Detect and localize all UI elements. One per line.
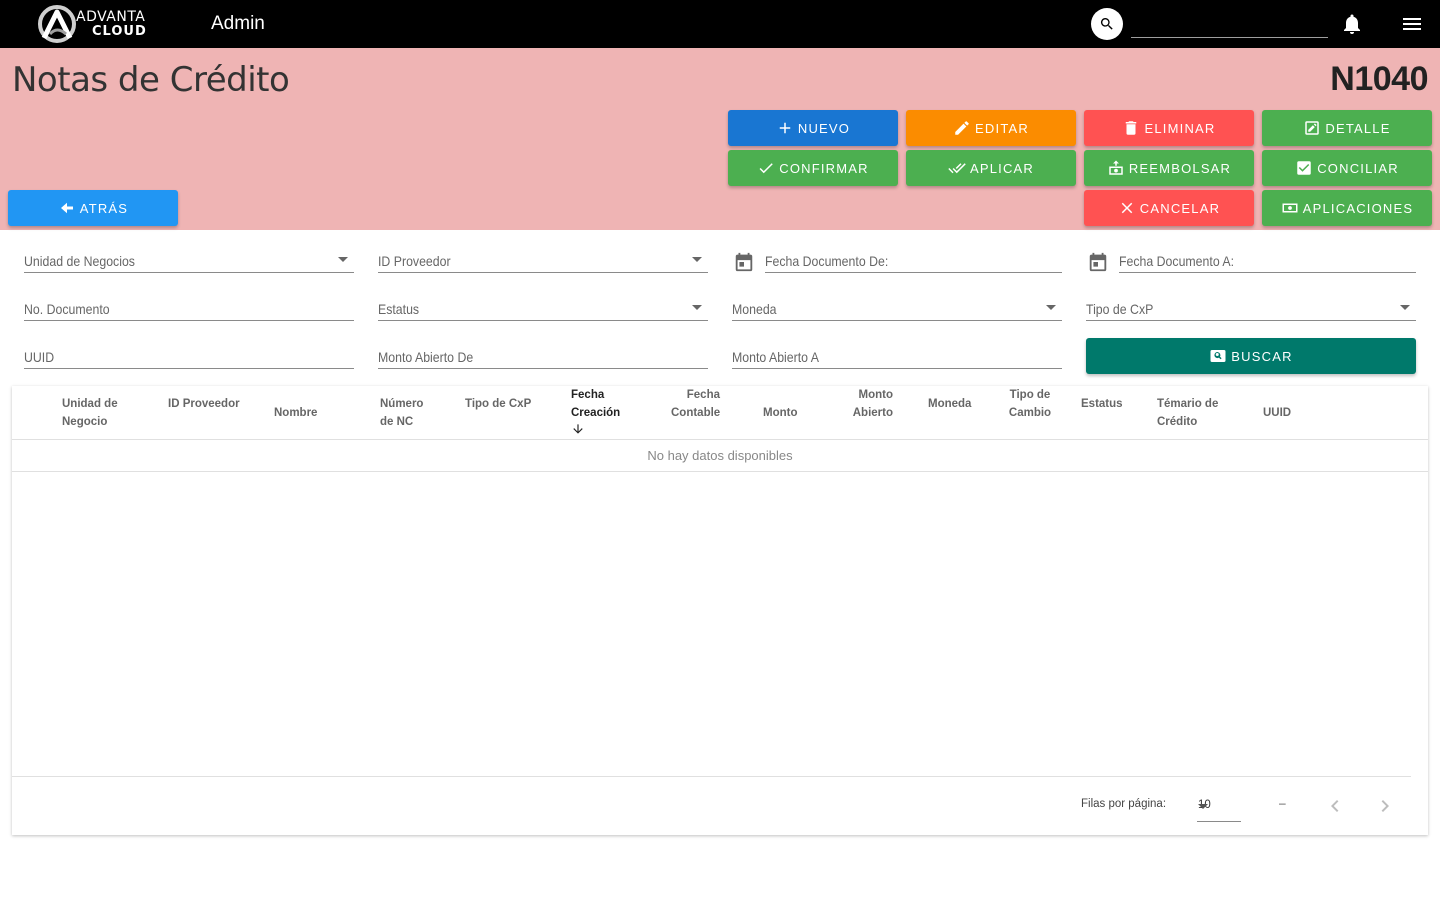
uuid-label: UUID <box>24 349 55 365</box>
top-app-bar: ADVANTA CLOUD Admin <box>0 0 1440 48</box>
logo-text-advanta: ADVANTA <box>76 9 146 25</box>
monto-abierto-a-field[interactable]: Monto Abierto A <box>732 335 1062 369</box>
menu-button[interactable] <box>1400 12 1424 36</box>
calendar-icon[interactable] <box>733 251 755 273</box>
nuevo-button[interactable]: NUEVO <box>728 110 898 146</box>
column-header-monto[interactable]: Monto <box>763 404 797 422</box>
advanta-cloud-logo[interactable]: ADVANTA CLOUD <box>36 4 160 44</box>
column-header-tipo-cambio[interactable]: Tipo de Cambio <box>1008 386 1052 422</box>
id-proveedor-label: ID Proveedor <box>378 253 451 269</box>
column-header-temario-credito[interactable]: Témario de Crédito <box>1157 395 1218 431</box>
close-icon <box>1121 202 1133 214</box>
arrow-down-icon <box>573 424 583 434</box>
unidad-negocios-label: Unidad de Negocios <box>24 253 135 269</box>
moneda-select[interactable]: Moneda <box>732 287 1062 321</box>
cancelar-button[interactable]: CANCELAR <box>1084 190 1254 226</box>
tipo-cxp-select[interactable]: Tipo de CxP <box>1086 287 1416 321</box>
unidad-negocios-select[interactable]: Unidad de Negocios <box>24 239 354 273</box>
page-title: Notas de Crédito <box>12 60 290 100</box>
previous-page-button[interactable] <box>1323 794 1347 818</box>
editar-button[interactable]: EDITAR <box>906 110 1076 146</box>
estatus-label: Estatus <box>378 301 420 317</box>
search-icon <box>1100 18 1113 30</box>
app-title: Admin <box>211 13 265 34</box>
column-header-tipo-cxp[interactable]: Tipo de CxP <box>465 395 531 413</box>
column-header-monto-abierto[interactable]: Monto Abierto <box>850 386 893 422</box>
next-page-button[interactable] <box>1373 794 1397 818</box>
checkbox-marked-icon <box>1297 161 1311 175</box>
uuid-field[interactable]: UUID <box>24 335 354 369</box>
edit-box-icon <box>1305 121 1320 135</box>
notas-credito-table: Unidad de Negocio ID Proveedor Nombre Núm… <box>12 386 1428 835</box>
fecha-documento-a-label: Fecha Documento A: <box>1119 253 1235 269</box>
check-icon <box>759 163 773 174</box>
column-header-estatus[interactable]: Estatus <box>1081 395 1123 413</box>
rows-per-page-label: Filas por página: <box>1081 798 1167 810</box>
arrow-left-icon <box>60 202 73 214</box>
column-header-uuid[interactable]: UUID <box>1263 404 1291 422</box>
aplicar-button[interactable]: APLICAR <box>906 150 1076 186</box>
hamburger-menu-icon <box>1403 18 1421 30</box>
aplicaciones-button[interactable]: APLICACIONES <box>1262 190 1432 226</box>
chevron-left-icon <box>1331 800 1339 812</box>
image-search-icon <box>1210 350 1226 362</box>
monto-abierto-de-label: Monto Abierto De <box>378 349 474 365</box>
estatus-select[interactable]: Estatus <box>378 287 708 321</box>
trash-icon <box>1126 121 1137 135</box>
search-button[interactable] <box>1091 8 1123 40</box>
fecha-documento-de-field[interactable]: Fecha Documento De: <box>765 239 1062 273</box>
rows-per-page-select[interactable]: 10 <box>1197 792 1241 822</box>
monto-abierto-a-label: Monto Abierto A <box>732 349 819 365</box>
table-footer-divider <box>12 776 1411 777</box>
detalle-button[interactable]: DETALLE <box>1262 110 1432 146</box>
cash-refund-icon <box>1109 160 1123 175</box>
reembolsar-button[interactable]: REEMBOLSAR <box>1084 150 1254 186</box>
eliminar-button[interactable]: ELIMINAR <box>1084 110 1254 146</box>
global-search-input[interactable] <box>1131 10 1328 38</box>
table-header: Unidad de Negocio ID Proveedor Nombre Núm… <box>12 386 1428 440</box>
cash-icon <box>1282 203 1298 213</box>
fecha-documento-a-field[interactable]: Fecha Documento A: <box>1119 239 1416 273</box>
monto-abierto-de-field[interactable]: Monto Abierto De <box>378 335 708 369</box>
dropdown-caret-icon <box>692 305 702 310</box>
advanta-logo-icon <box>38 5 76 43</box>
no-documento-field[interactable]: No. Documento <box>24 287 354 321</box>
plus-icon <box>779 122 791 134</box>
conciliar-button[interactable]: CONCILIAR <box>1262 150 1432 186</box>
dropdown-caret-icon <box>692 257 702 262</box>
buscar-button[interactable]: BUSCAR <box>1086 338 1416 374</box>
tipo-cxp-label: Tipo de CxP <box>1086 301 1154 317</box>
chevron-right-icon <box>1381 800 1389 812</box>
dropdown-caret-icon <box>1198 804 1208 809</box>
bell-icon <box>1344 14 1360 34</box>
column-header-unidad-negocio[interactable]: Unidad de Negocio <box>62 395 118 431</box>
dropdown-caret-icon <box>1400 305 1410 310</box>
dropdown-caret-icon <box>1046 305 1056 310</box>
column-header-fecha-creacion[interactable]: Fecha Creación <box>571 386 620 436</box>
column-header-id-proveedor[interactable]: ID Proveedor <box>168 395 240 413</box>
no-data-row: No hay datos disponibles <box>12 440 1428 472</box>
column-header-moneda[interactable]: Moneda <box>928 395 971 413</box>
column-header-numero-nc[interactable]: Número de NC <box>380 395 423 431</box>
calendar-icon[interactable] <box>1087 251 1109 273</box>
document-code: N1040 <box>1330 60 1428 98</box>
confirmar-button[interactable]: CONFIRMAR <box>728 150 898 186</box>
id-proveedor-select[interactable]: ID Proveedor <box>378 239 708 273</box>
column-header-fecha-contable[interactable]: Fecha Contable <box>671 386 720 422</box>
double-check-icon <box>948 163 966 174</box>
atras-button[interactable]: ATRÁS <box>8 190 178 226</box>
pagination-range: – <box>1279 796 1286 810</box>
no-documento-label: No. Documento <box>24 301 110 317</box>
notifications-button[interactable] <box>1340 12 1364 36</box>
logo-text-cloud: CLOUD <box>92 24 147 39</box>
moneda-label: Moneda <box>732 301 777 317</box>
fecha-documento-de-label: Fecha Documento De: <box>765 253 889 269</box>
dropdown-caret-icon <box>338 257 348 262</box>
pencil-icon <box>955 121 969 135</box>
column-header-nombre[interactable]: Nombre <box>274 404 317 422</box>
